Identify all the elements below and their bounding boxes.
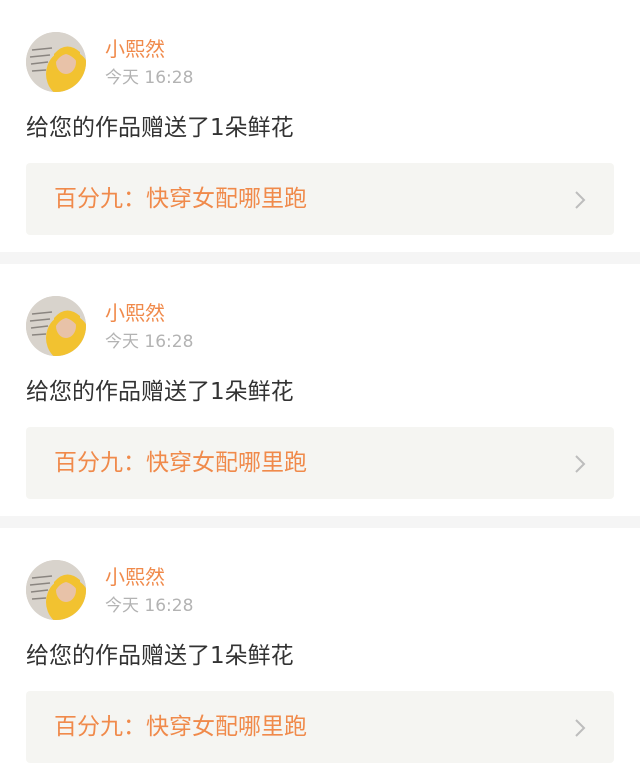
work-title: 百分九：快穿女配哪里跑 — [54, 714, 307, 740]
notification-feed: 小熙然 今天 16:28 给您的作品赠送了1朵鲜花 百分九：快穿女配哪里跑 小熙… — [0, 0, 640, 780]
work-link[interactable]: 百分九：快穿女配哪里跑 — [26, 691, 614, 763]
chevron-right-icon — [575, 455, 586, 473]
username[interactable]: 小熙然 — [105, 564, 165, 590]
notification-message: 给您的作品赠送了1朵鲜花 — [26, 643, 294, 669]
notification-message: 给您的作品赠送了1朵鲜花 — [26, 115, 294, 141]
chevron-right-icon — [575, 191, 586, 209]
timestamp: 今天 16:28 — [105, 68, 194, 88]
work-link[interactable]: 百分九：快穿女配哪里跑 — [26, 427, 614, 499]
notification-message: 给您的作品赠送了1朵鲜花 — [26, 379, 294, 405]
avatar-image — [26, 296, 86, 356]
avatar[interactable] — [26, 560, 86, 620]
avatar-image — [26, 32, 86, 92]
notification-card: 小熙然 今天 16:28 给您的作品赠送了1朵鲜花 百分九：快穿女配哪里跑 — [0, 0, 640, 252]
chevron-right-icon — [575, 719, 586, 737]
notification-card: 小熙然 今天 16:28 给您的作品赠送了1朵鲜花 百分九：快穿女配哪里跑 — [0, 264, 640, 516]
username[interactable]: 小熙然 — [105, 300, 165, 326]
notification-card: 小熙然 今天 16:28 给您的作品赠送了1朵鲜花 百分九：快穿女配哪里跑 — [0, 528, 640, 780]
avatar-image — [26, 560, 86, 620]
work-title: 百分九：快穿女配哪里跑 — [54, 450, 307, 476]
timestamp: 今天 16:28 — [105, 332, 194, 352]
avatar[interactable] — [26, 32, 86, 92]
username[interactable]: 小熙然 — [105, 36, 165, 62]
work-link[interactable]: 百分九：快穿女配哪里跑 — [26, 163, 614, 235]
divider — [0, 516, 640, 528]
timestamp: 今天 16:28 — [105, 596, 194, 616]
work-title: 百分九：快穿女配哪里跑 — [54, 186, 307, 212]
divider — [0, 252, 640, 264]
avatar[interactable] — [26, 296, 86, 356]
